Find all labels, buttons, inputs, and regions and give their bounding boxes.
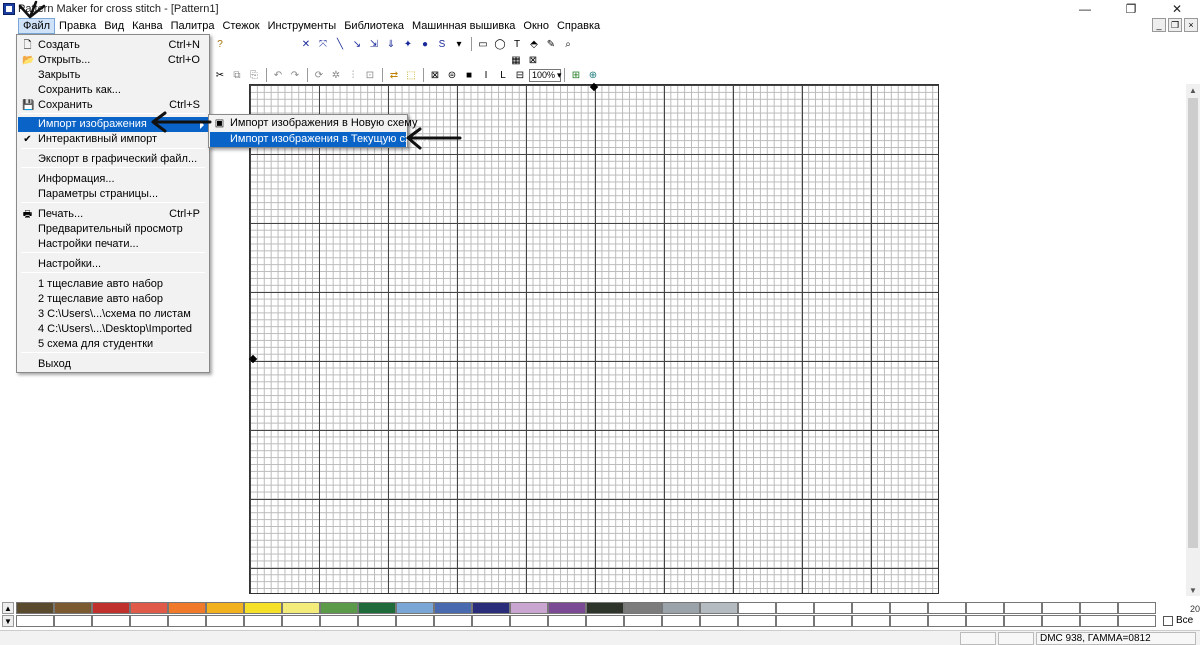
annotation-arrow-import — [151, 111, 212, 133]
annotation-arrows — [18, 0, 462, 150]
annotation-arrow-current — [406, 127, 462, 150]
annotation-arrow-file — [18, 0, 46, 19]
